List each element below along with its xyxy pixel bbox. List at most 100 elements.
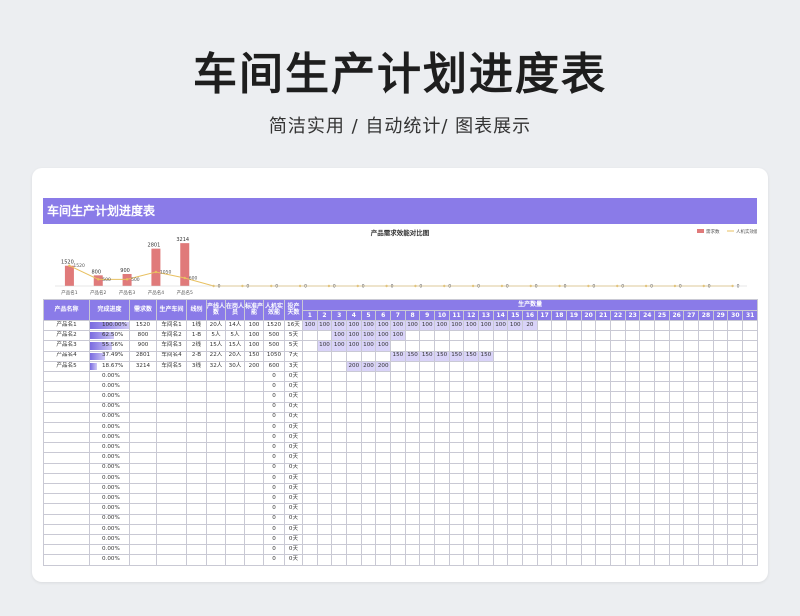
daily-qty-cell[interactable] [610, 533, 626, 546]
empty-cell[interactable] [244, 472, 264, 485]
empty-cell[interactable] [206, 493, 226, 505]
product-name-cell[interactable] [43, 544, 90, 556]
empty-cell[interactable] [244, 523, 264, 535]
progress-cell[interactable]: 0.00% [89, 554, 130, 566]
daily-qty-cell[interactable] [624, 350, 641, 362]
daily-qty-cell[interactable] [566, 554, 582, 566]
days-cell[interactable]: 0天 [284, 482, 303, 495]
progress-cell[interactable]: 0.00% [89, 523, 130, 535]
empty-cell[interactable] [206, 544, 226, 556]
daily-qty-cell[interactable] [507, 360, 524, 372]
daily-qty-cell[interactable] [595, 381, 612, 393]
daily-qty-cell[interactable] [536, 432, 553, 444]
daily-qty-cell[interactable] [668, 523, 685, 535]
daily-qty-cell[interactable] [742, 554, 759, 566]
daily-qty-cell[interactable] [316, 452, 333, 464]
daily-qty-cell[interactable] [727, 340, 744, 352]
daily-qty-cell[interactable] [668, 452, 685, 464]
daily-qty-cell[interactable] [742, 513, 759, 525]
daily-qty-cell[interactable] [654, 401, 670, 413]
daily-qty-cell[interactable] [360, 544, 377, 556]
empty-cell[interactable] [225, 452, 245, 464]
empty-cell[interactable] [186, 442, 207, 454]
daily-qty-cell[interactable] [463, 401, 480, 413]
daily-qty-cell[interactable] [683, 411, 700, 423]
daily-qty-cell[interactable] [434, 381, 450, 393]
daily-qty-cell[interactable] [302, 401, 318, 413]
daily-qty-cell[interactable] [331, 432, 348, 444]
daily-qty-cell[interactable] [727, 452, 744, 464]
daily-qty-cell[interactable] [610, 401, 626, 413]
daily-qty-cell[interactable] [610, 452, 626, 464]
daily-qty-cell[interactable] [375, 401, 392, 413]
empty-cell[interactable] [225, 513, 245, 525]
daily-qty-cell[interactable] [419, 401, 436, 413]
daily-qty-cell[interactable] [507, 401, 524, 413]
daily-qty-cell[interactable] [698, 432, 714, 444]
empty-cell[interactable] [225, 411, 245, 423]
daily-qty-cell[interactable] [551, 442, 568, 454]
daily-qty-cell[interactable] [551, 360, 568, 372]
daily-qty-cell[interactable] [654, 523, 670, 535]
daily-qty-cell[interactable] [727, 370, 744, 383]
daily-qty-cell[interactable] [331, 360, 348, 372]
daily-qty-cell[interactable] [316, 554, 333, 566]
product-name-cell[interactable] [43, 554, 90, 566]
daily-qty-cell[interactable] [390, 554, 406, 566]
progress-cell[interactable]: 0.00% [89, 381, 130, 393]
empty-cell[interactable] [129, 533, 157, 546]
daily-qty-cell[interactable] [610, 554, 626, 566]
daily-qty-cell[interactable] [463, 381, 480, 393]
daily-qty-cell[interactable] [522, 401, 538, 413]
days-cell[interactable]: 0天 [284, 462, 303, 474]
daily-qty-cell[interactable] [536, 472, 553, 485]
days-cell[interactable]: 0天 [284, 452, 303, 464]
daily-qty-cell[interactable] [654, 319, 670, 332]
empty-cell[interactable] [244, 381, 264, 393]
daily-qty-cell[interactable] [302, 370, 318, 383]
daily-qty-cell[interactable] [302, 360, 318, 372]
daily-qty-cell[interactable] [683, 391, 700, 403]
daily-qty-cell[interactable] [478, 360, 494, 372]
daily-qty-cell[interactable] [507, 421, 524, 434]
empty-cell[interactable] [129, 370, 157, 383]
daily-qty-cell[interactable] [566, 544, 582, 556]
progress-cell[interactable]: 0.00% [89, 452, 130, 464]
machine-eff-cell[interactable]: 500 [263, 340, 285, 352]
empty-cell[interactable] [156, 472, 187, 485]
daily-qty-cell[interactable] [404, 523, 421, 535]
daily-qty-cell[interactable] [331, 370, 348, 383]
daily-qty-cell[interactable] [566, 533, 582, 546]
daily-qty-cell[interactable] [302, 472, 318, 485]
daily-qty-cell[interactable] [522, 533, 538, 546]
empty-cell[interactable] [186, 554, 207, 566]
daily-qty-cell[interactable] [463, 452, 480, 464]
daily-qty-cell[interactable] [434, 482, 450, 495]
on-duty-cell[interactable]: 14人 [225, 319, 245, 332]
daily-qty-cell[interactable] [404, 411, 421, 423]
daily-qty-cell[interactable] [478, 544, 494, 556]
daily-qty-cell[interactable] [522, 391, 538, 403]
daily-qty-cell[interactable] [302, 411, 318, 423]
empty-cell[interactable] [156, 370, 187, 383]
daily-qty-cell[interactable] [683, 370, 700, 383]
daily-qty-cell[interactable] [316, 350, 333, 362]
daily-qty-cell[interactable] [551, 421, 568, 434]
daily-qty-cell[interactable] [463, 472, 480, 485]
daily-qty-cell[interactable] [302, 523, 318, 535]
daily-qty-cell[interactable] [668, 544, 685, 556]
daily-qty-cell[interactable] [566, 442, 582, 454]
daily-qty-cell[interactable] [492, 472, 509, 485]
daily-qty-cell[interactable] [712, 493, 729, 505]
progress-cell[interactable]: 62.50% [89, 330, 130, 342]
daily-qty-cell[interactable] [507, 452, 524, 464]
empty-cell[interactable] [156, 401, 187, 413]
daily-qty-cell[interactable] [712, 350, 729, 362]
daily-qty-cell[interactable] [683, 421, 700, 434]
empty-cell[interactable] [225, 533, 245, 546]
machine-eff-cell[interactable]: 0 [263, 452, 285, 464]
daily-qty-cell[interactable] [492, 401, 509, 413]
daily-qty-cell[interactable] [302, 462, 318, 474]
daily-qty-cell[interactable] [316, 411, 333, 423]
daily-qty-cell[interactable] [624, 442, 641, 454]
